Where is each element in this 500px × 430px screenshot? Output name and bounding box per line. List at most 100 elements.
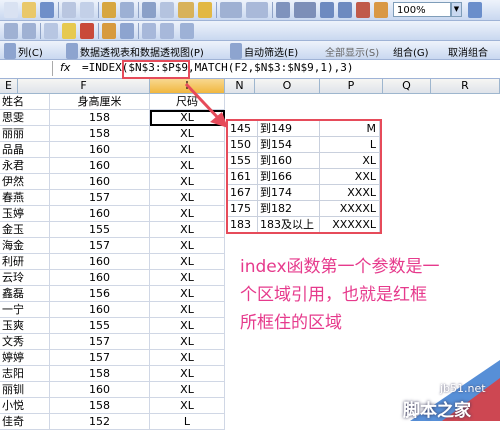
table-cell-size[interactable]: XL <box>150 398 225 414</box>
show-all-button[interactable]: 全部显示(S) <box>325 44 379 59</box>
pivot-table-button[interactable]: 数据透视表和数据透视图(P) <box>80 44 204 59</box>
filter-icon[interactable] <box>160 23 174 39</box>
table-cell-size[interactable]: XL <box>150 286 225 302</box>
table-cell-size[interactable]: XL <box>150 238 225 254</box>
fx-icon[interactable]: fx <box>60 61 70 74</box>
group-button[interactable]: 组合(G) <box>393 44 429 59</box>
table-cell-size[interactable]: XL <box>150 222 225 238</box>
paste-icon[interactable] <box>178 2 194 18</box>
chevron-down-icon[interactable]: ▼ <box>451 2 462 17</box>
table-cell-height[interactable]: 160 <box>50 302 150 318</box>
help-icon[interactable] <box>468 2 482 18</box>
table-cell-name[interactable]: 婷婷 <box>0 350 50 366</box>
merge-icon[interactable] <box>102 23 116 39</box>
table-cell-size[interactable]: XL <box>150 350 225 366</box>
redo-icon[interactable] <box>246 2 268 18</box>
table-cell-size[interactable]: XL <box>150 254 225 270</box>
column-header[interactable]: F <box>18 79 150 94</box>
preview-icon[interactable] <box>80 2 94 18</box>
table-cell-height[interactable]: 160 <box>50 158 150 174</box>
table-cell-height[interactable]: 155 <box>50 222 150 238</box>
table-cell-height[interactable]: 158 <box>50 366 150 382</box>
table-cell-size[interactable]: L <box>150 414 225 430</box>
table-cell-name[interactable]: 云玲 <box>0 270 50 286</box>
table-cell-size[interactable]: XL <box>150 366 225 382</box>
table-cell-name[interactable]: 品晶 <box>0 142 50 158</box>
open-icon[interactable] <box>22 2 36 18</box>
table-icon[interactable] <box>142 23 156 39</box>
decrease-indent-icon[interactable] <box>4 23 18 39</box>
table-cell-size[interactable]: XL <box>150 206 225 222</box>
copy-icon[interactable] <box>160 2 174 18</box>
table-cell-size[interactable]: XL <box>150 382 225 398</box>
table-cell-name[interactable]: 海金 <box>0 238 50 254</box>
table-cell-name[interactable]: 丽钏 <box>0 382 50 398</box>
table-cell-size[interactable]: XL <box>150 318 225 334</box>
column-header[interactable]: R <box>431 79 500 94</box>
table-cell-height[interactable]: 157 <box>50 350 150 366</box>
borders-icon[interactable] <box>44 23 58 39</box>
table-cell-size[interactable]: XL <box>150 142 225 158</box>
table-cell-name[interactable]: 玉婷 <box>0 206 50 222</box>
table-cell-name[interactable]: 志阳 <box>0 366 50 382</box>
table-cell-name[interactable]: 文秀 <box>0 334 50 350</box>
table-cell-height[interactable]: 157 <box>50 334 150 350</box>
undo-icon[interactable] <box>220 2 242 18</box>
table-cell-name[interactable]: 丽丽 <box>0 126 50 142</box>
drawing-icon[interactable] <box>374 2 388 18</box>
table-cell-name[interactable]: 玉爽 <box>0 318 50 334</box>
name-box[interactable] <box>0 61 53 76</box>
options-icon[interactable] <box>180 23 194 39</box>
table-cell-name[interactable]: 永君 <box>0 158 50 174</box>
column-header[interactable]: Q <box>383 79 431 94</box>
table-cell-height[interactable]: 160 <box>50 254 150 270</box>
spellcheck-icon[interactable] <box>102 2 116 18</box>
sort-desc-icon[interactable] <box>338 2 352 18</box>
autosum-icon[interactable] <box>294 2 316 18</box>
table-cell-height[interactable]: 152 <box>50 414 150 430</box>
table-cell-height[interactable]: 158 <box>50 398 150 414</box>
table-cell-size[interactable]: XL <box>150 158 225 174</box>
table-cell-name[interactable]: 一宁 <box>0 302 50 318</box>
table-cell-name[interactable]: 鑫磊 <box>0 286 50 302</box>
table-cell-size[interactable]: XL <box>150 334 225 350</box>
chart-wizard-icon[interactable] <box>356 2 370 18</box>
table-cell-name[interactable]: 春燕 <box>0 190 50 206</box>
table-cell-name[interactable]: 伊然 <box>0 174 50 190</box>
cut-icon[interactable] <box>142 2 156 18</box>
header-height[interactable]: 身高厘米 <box>50 94 150 110</box>
print-icon[interactable] <box>62 2 76 18</box>
increase-indent-icon[interactable] <box>22 23 36 39</box>
hyperlink-icon[interactable] <box>276 2 290 18</box>
header-name[interactable]: 姓名 <box>0 94 50 110</box>
autofilter-icon[interactable] <box>230 43 242 59</box>
table-cell-name[interactable]: 佳奇 <box>0 414 50 430</box>
column-header[interactable]: E <box>0 79 18 94</box>
fill-color-icon[interactable] <box>62 23 76 39</box>
table-cell-name[interactable]: 金玉 <box>0 222 50 238</box>
table-cell-height[interactable]: 158 <box>50 126 150 142</box>
table-cell-size[interactable]: XL <box>150 190 225 206</box>
table-cell-size[interactable]: XL <box>150 174 225 190</box>
table-cell-height[interactable]: 158 <box>50 110 150 126</box>
table-cell-height[interactable]: 155 <box>50 318 150 334</box>
table-cell-height[interactable]: 157 <box>50 238 150 254</box>
table-cell-height[interactable]: 160 <box>50 142 150 158</box>
table-cell-name[interactable]: 思雯 <box>0 110 50 126</box>
new-icon[interactable] <box>4 2 18 18</box>
table-cell-height[interactable]: 160 <box>50 206 150 222</box>
column-button[interactable]: 列(C) <box>18 44 43 59</box>
table-cell-height[interactable]: 157 <box>50 190 150 206</box>
ungroup-button[interactable]: 取消组合 <box>448 44 488 59</box>
table-cell-size[interactable]: XL <box>150 302 225 318</box>
autofilter-button[interactable]: 自动筛选(E) <box>244 44 298 59</box>
wrap-icon[interactable] <box>120 23 134 39</box>
save-icon[interactable] <box>40 2 54 18</box>
font-color-icon[interactable] <box>80 23 94 39</box>
pivot-icon[interactable] <box>66 43 78 59</box>
research-icon[interactable] <box>120 2 134 18</box>
table-cell-name[interactable]: 小悦 <box>0 398 50 414</box>
table-cell-height[interactable]: 160 <box>50 270 150 286</box>
table-cell-height[interactable]: 160 <box>50 382 150 398</box>
column-header[interactable]: P <box>320 79 383 94</box>
